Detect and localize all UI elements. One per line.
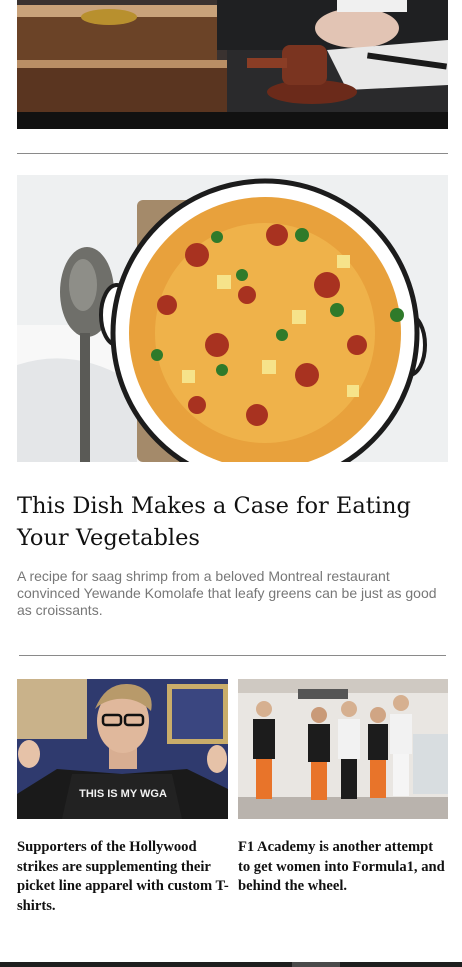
section-divider [19, 655, 446, 656]
card-headline[interactable]: Supporters of the Hollywood strikes are … [17, 838, 229, 916]
card-headline[interactable]: F1 Academy is another attempt to get wom… [238, 838, 446, 897]
f1-academy-photo[interactable] [238, 679, 448, 819]
skillet-dish-image[interactable] [17, 175, 448, 462]
wga-shirt-photo[interactable]: THIS IS MY WGA [17, 679, 228, 819]
law-books-gavel-image[interactable] [17, 0, 448, 129]
bottom-scroll-indicator [0, 962, 462, 967]
shirt-text: THIS IS MY WGA [79, 788, 167, 800]
article-summary: A recipe for saag shrimp from a beloved … [17, 568, 437, 618]
article-headline[interactable]: This Dish Makes a Case for Eating Your V… [17, 490, 447, 554]
section-divider [17, 153, 448, 154]
